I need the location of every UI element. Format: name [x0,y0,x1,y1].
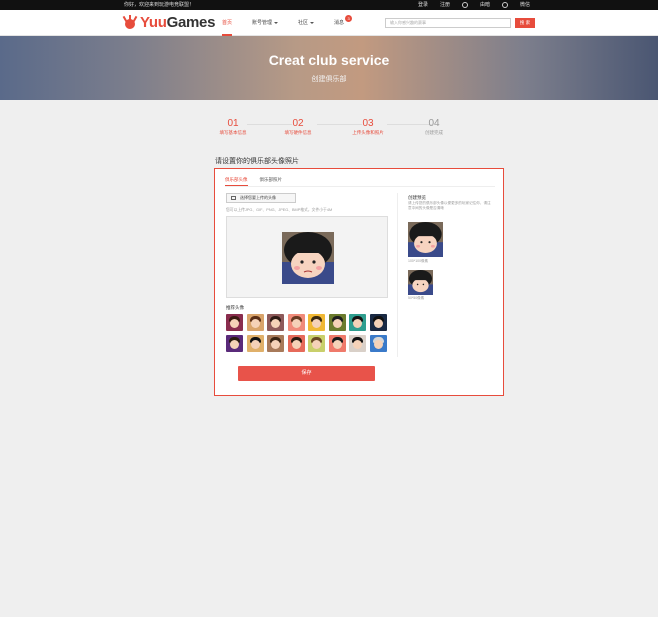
preview-description: 请上传您的俱乐部头像以便更多的玩家记住你，请注意中间的头像是否清晰 [408,201,491,210]
recommended-avatar-thumb[interactable] [328,334,346,352]
nav-item-home[interactable]: 首页 [222,10,233,36]
upload-avatar-button[interactable]: 选择您要上传的头像 [226,193,296,203]
avatar-face [353,319,362,328]
step-4: 04 创建完成 [425,118,443,135]
avatar-face [230,339,239,349]
avatar-face [271,319,280,328]
avatar-preview-small [408,270,433,295]
upload-hint: 您可以上传JPG、GIF、PNG、JPEG、BMP格式，文件小于4M [226,208,333,212]
avatar-face [373,319,383,328]
hero-banner: Creat club service 创建俱乐部 [0,36,658,100]
avatar-face [291,339,301,349]
wechat-link[interactable]: 微信 [520,0,530,10]
avatar-face [312,339,321,349]
recommended-avatar-thumb[interactable] [287,314,305,331]
logo-wordmark: YuuGames [140,14,216,31]
recommended-avatar-thumb[interactable] [267,334,284,352]
avatar-upload-panel: 俱乐部头像 俱乐部照片 选择您要上传的头像 您可以上传JPG、GIF、PNG、J… [214,168,504,396]
progress-steps: 01 填写基本信息 02 填写硬件信息 03 上传头像和照片 04 创建完成 [215,118,475,142]
search-button[interactable]: 搜 索 [515,18,535,28]
recommended-avatar-thumb[interactable] [246,334,264,352]
avatar-face [250,339,260,349]
recommended-avatar-thumb[interactable] [267,314,284,331]
recommended-avatars-title: 推荐头像 [226,305,244,310]
avatar-face [332,319,342,328]
vertical-divider [397,193,398,357]
recommended-avatar-thumb[interactable] [349,334,366,352]
chat-icon[interactable] [502,0,509,10]
image-icon [231,196,236,200]
current-avatar-image[interactable] [282,232,334,284]
preview-large-label: 100*100像素 [408,259,429,263]
nav-item-messages[interactable]: 消息 3 [334,10,353,36]
step-2: 02 填写硬件信息 [284,118,312,135]
step-3: 03 上传头像和照片 [352,118,384,135]
avatar-face [353,339,362,349]
site-logo[interactable]: YuuGames [122,14,215,31]
avatar-crop-area[interactable] [226,216,388,298]
avatar-face [230,319,239,328]
recommended-avatar-thumb[interactable] [246,314,264,331]
banner-title: Creat club service [268,52,390,68]
recommended-avatar-thumb[interactable] [328,314,346,331]
save-button[interactable]: 保存 [238,366,375,381]
preview-small-label: 50*50像素 [408,296,425,300]
banner-subtitle: 创建俱乐部 [311,76,347,83]
message-count-badge: 3 [345,15,353,22]
welcome-text: 你好，欢迎来到玩游电竞联盟！ [124,2,195,8]
register-link[interactable]: 注册 [440,0,450,10]
login-link[interactable]: 登录 [418,0,428,10]
avatar-face [250,319,260,328]
avatar-preview-large [408,222,443,257]
avatar-face [332,339,342,349]
tabs-divider [225,186,495,187]
avatar-face [312,319,321,328]
recommended-avatar-thumb[interactable] [226,334,243,352]
avatar-face [291,319,301,328]
chevron-down-icon [274,21,279,24]
recommended-avatar-thumb[interactable] [369,334,387,352]
search-input[interactable]: 输入你感兴趣的赛事 [385,18,511,28]
nav-item-account[interactable]: 账号管理 [252,10,279,36]
weibo-link[interactable]: 由暗 [480,0,490,10]
logo-hand-icon [122,14,138,29]
nav-item-community[interactable]: 社区 [298,10,315,36]
main-navbar: YuuGames 首页 账号管理 社区 消息 3 [0,10,658,36]
recommended-avatar-thumb[interactable] [226,314,243,331]
tab-club-photo[interactable]: 俱乐部照片 [260,177,283,186]
chevron-down-icon [310,21,315,24]
top-utility-bar: 你好，欢迎来到玩游电竞联盟！ 登录 注册 由暗 微信 [0,0,658,10]
recommended-avatar-thumb[interactable] [369,314,387,331]
step-1: 01 填写基本信息 [219,118,247,135]
recommended-avatars-grid [226,314,388,352]
recommended-avatar-thumb[interactable] [308,314,325,331]
avatar-face [373,339,383,349]
search-icon[interactable] [462,0,469,10]
recommended-avatar-thumb[interactable] [287,334,305,352]
tab-club-avatar[interactable]: 俱乐部头像 [225,177,248,186]
recommended-avatar-thumb[interactable] [349,314,366,331]
section-title: 请设置你的俱乐部头像照片 [215,158,299,165]
recommended-avatar-thumb[interactable] [308,334,325,352]
avatar-face [271,339,280,349]
